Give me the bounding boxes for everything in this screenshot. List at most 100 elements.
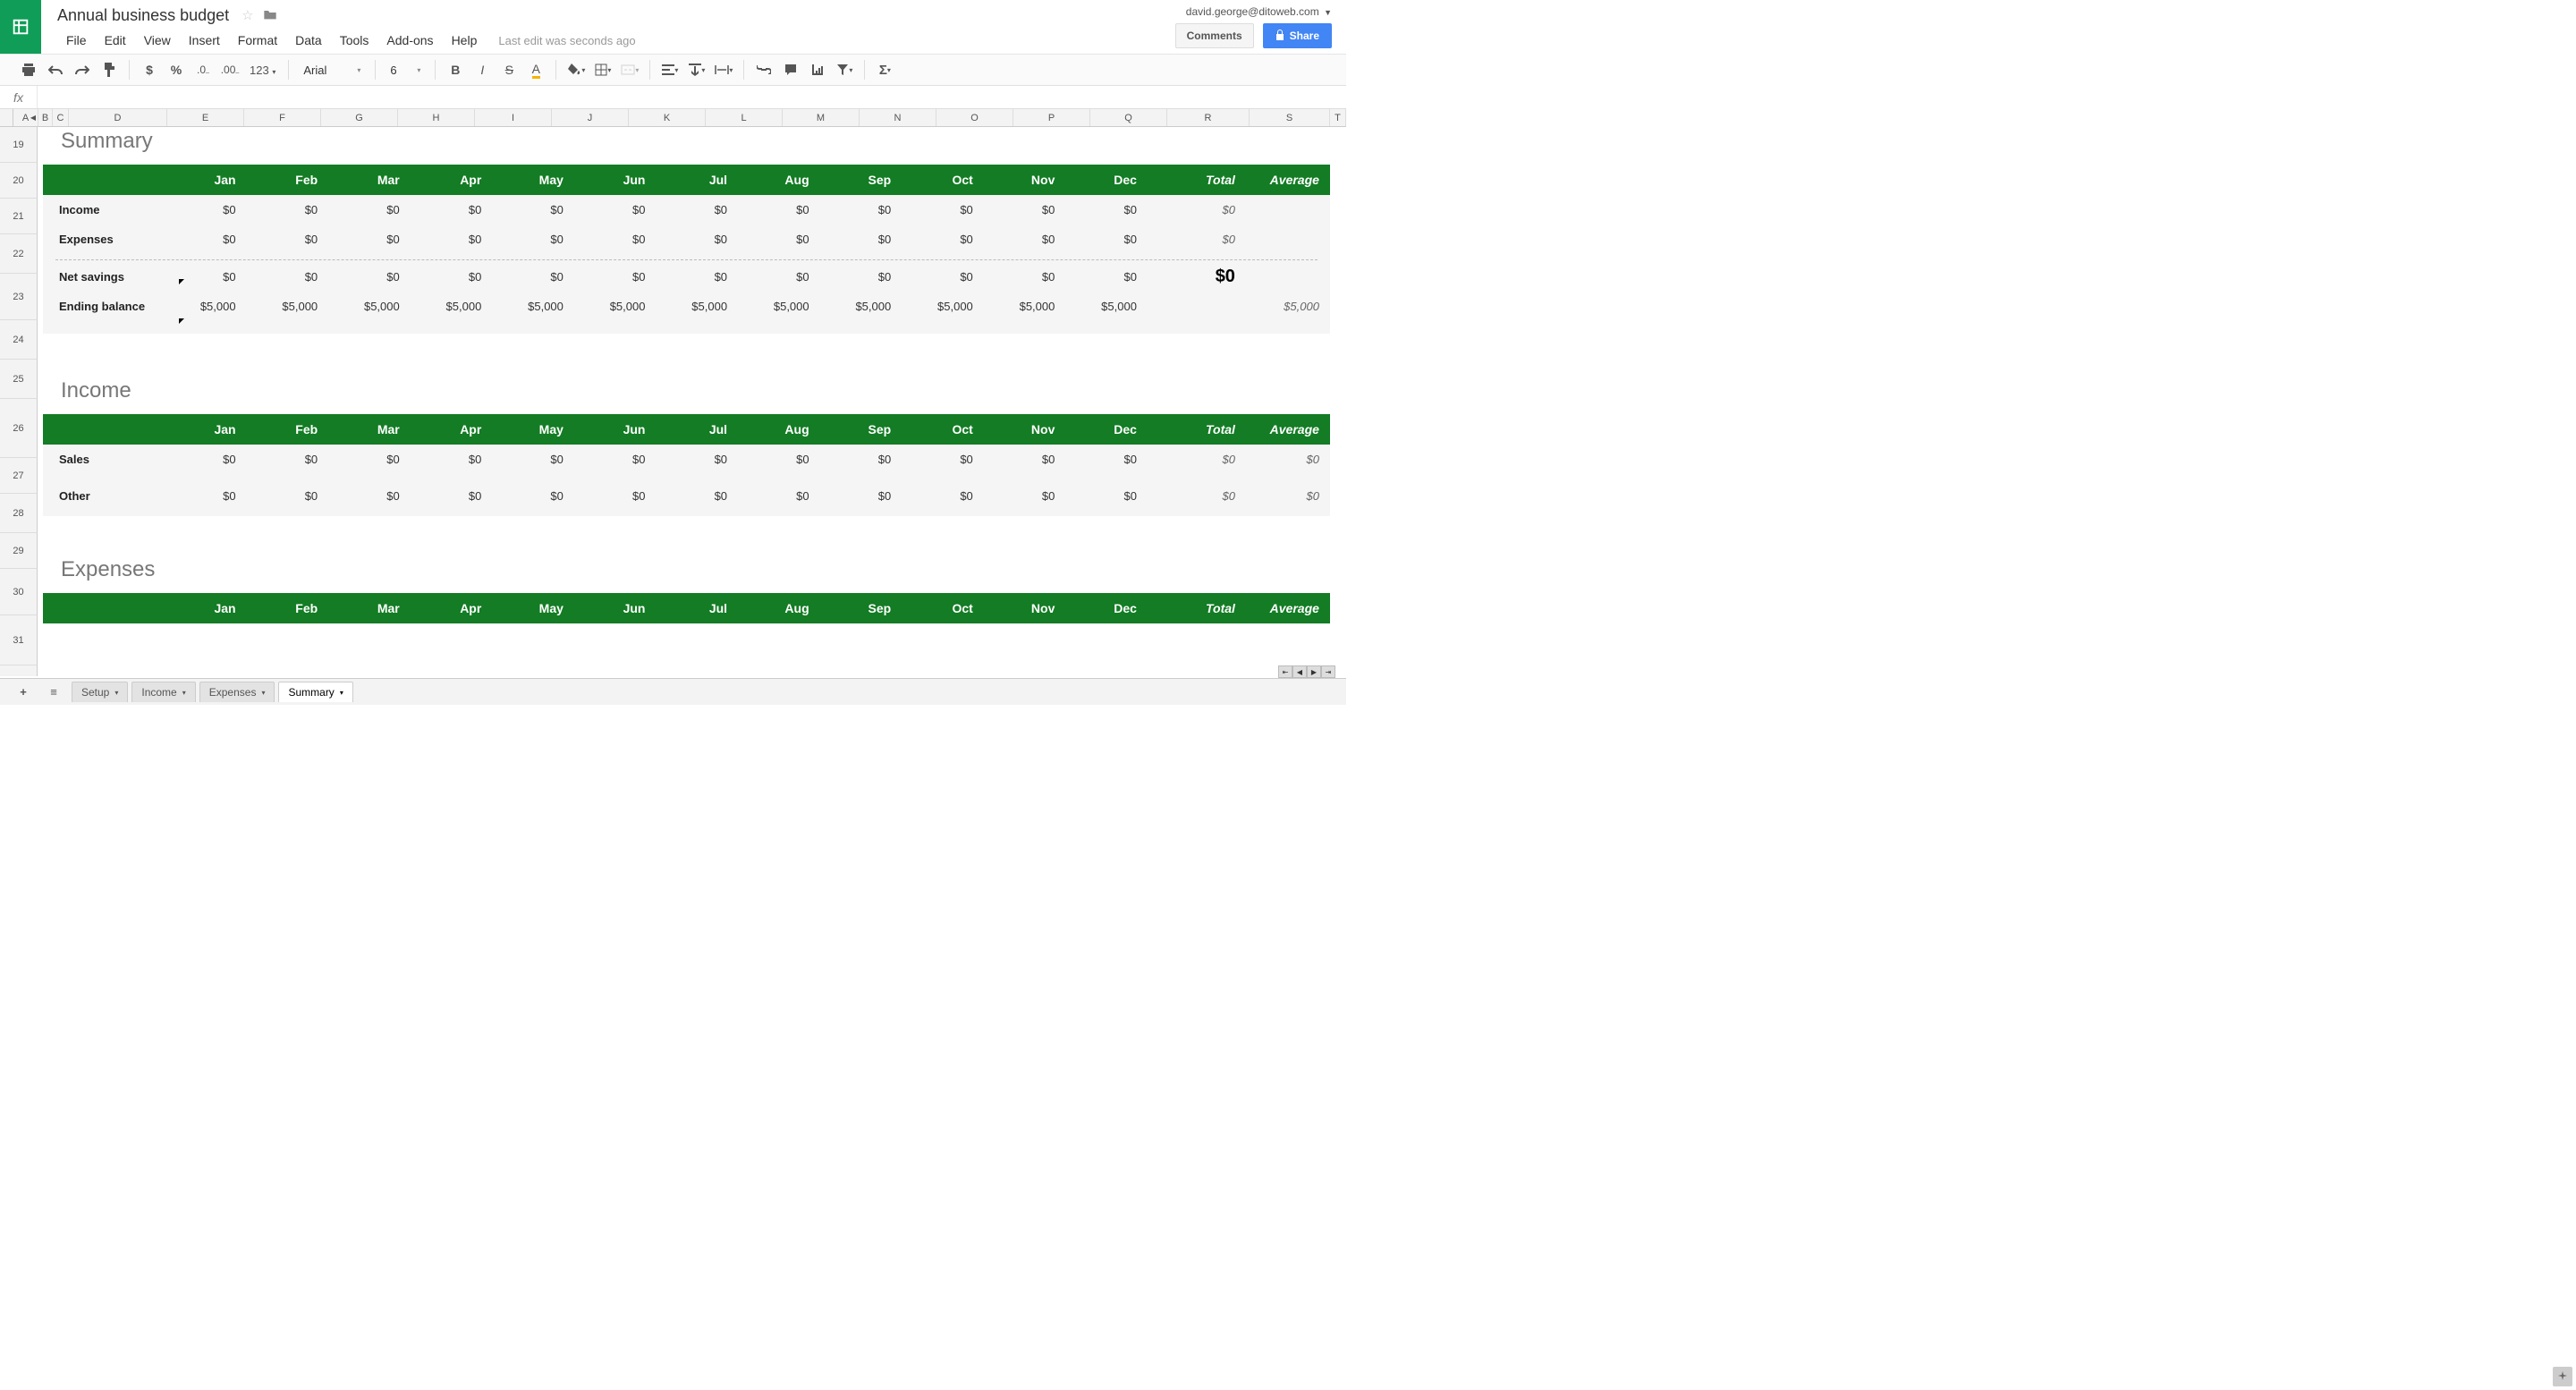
- data-cell[interactable]: $5,000: [168, 300, 250, 313]
- filter-icon[interactable]: ▾: [832, 58, 857, 81]
- data-cell[interactable]: $0: [332, 453, 414, 466]
- data-cell[interactable]: $0: [496, 489, 578, 503]
- link-icon[interactable]: [751, 58, 776, 81]
- merge-cells-icon[interactable]: ▾: [617, 58, 642, 81]
- row-header[interactable]: 22: [0, 234, 38, 274]
- data-cell[interactable]: $0: [741, 203, 824, 216]
- data-cell[interactable]: $0: [905, 233, 987, 246]
- data-cell[interactable]: $0: [905, 489, 987, 503]
- column-header[interactable]: E: [167, 109, 244, 126]
- column-header[interactable]: G: [321, 109, 398, 126]
- data-cell[interactable]: $0: [824, 270, 906, 284]
- column-header[interactable]: N: [860, 109, 936, 126]
- data-cell[interactable]: $0: [496, 233, 578, 246]
- column-header[interactable]: S: [1250, 109, 1330, 126]
- column-header[interactable]: B: [38, 109, 53, 126]
- data-cell[interactable]: $0: [659, 489, 741, 503]
- data-cell[interactable]: $5,000: [824, 300, 906, 313]
- data-cell[interactable]: $0: [578, 489, 660, 503]
- row-header[interactable]: 29: [0, 533, 38, 569]
- horizontal-scroll[interactable]: ⇤ ◀ ▶ ⇥: [1278, 665, 1335, 678]
- row-header[interactable]: 21: [0, 199, 38, 234]
- data-cell[interactable]: $0: [168, 489, 250, 503]
- data-cell[interactable]: $5,000: [414, 300, 496, 313]
- explore-button[interactable]: [2553, 1367, 2572, 1386]
- row-header[interactable]: 19: [0, 127, 38, 163]
- scroll-left-icon[interactable]: ◀: [1292, 665, 1307, 678]
- note-indicator-icon[interactable]: [179, 279, 184, 284]
- data-cell[interactable]: $5,000: [741, 300, 824, 313]
- redo-icon[interactable]: [70, 58, 95, 81]
- data-cell[interactable]: $0: [332, 270, 414, 284]
- row-header[interactable]: 32: [0, 665, 38, 676]
- data-cell[interactable]: $0: [250, 270, 333, 284]
- data-cell[interactable]: $0: [414, 489, 496, 503]
- data-cell[interactable]: $5,000: [578, 300, 660, 313]
- data-cell[interactable]: $0: [414, 270, 496, 284]
- row-header[interactable]: 30: [0, 569, 38, 615]
- column-header[interactable]: D: [69, 109, 167, 126]
- data-cell[interactable]: $5,000: [1069, 300, 1151, 313]
- text-wrap-icon[interactable]: ▾: [711, 58, 736, 81]
- data-cell[interactable]: $0: [987, 203, 1070, 216]
- data-cell[interactable]: $0: [659, 453, 741, 466]
- menu-help[interactable]: Help: [443, 30, 487, 51]
- column-header[interactable]: M: [783, 109, 860, 126]
- last-edit-text[interactable]: Last edit was seconds ago: [498, 34, 635, 47]
- borders-icon[interactable]: ▾: [590, 58, 615, 81]
- font-select[interactable]: Arial▾: [296, 64, 368, 77]
- data-cell[interactable]: $0: [741, 489, 824, 503]
- scroll-right-icon[interactable]: ▶: [1307, 665, 1321, 678]
- column-header[interactable]: C: [53, 109, 69, 126]
- undo-icon[interactable]: [43, 58, 68, 81]
- menu-addons[interactable]: Add-ons: [377, 30, 442, 51]
- data-cell[interactable]: $0: [905, 270, 987, 284]
- sheet-tab[interactable]: Income▾: [131, 682, 195, 702]
- data-cell[interactable]: $0: [168, 453, 250, 466]
- h-align-icon[interactable]: ▾: [657, 58, 682, 81]
- number-format-dropdown[interactable]: 123 ▾: [244, 64, 281, 77]
- data-cell[interactable]: $0: [332, 233, 414, 246]
- print-icon[interactable]: [16, 58, 41, 81]
- data-cell[interactable]: $0: [496, 453, 578, 466]
- sheet-tab[interactable]: Expenses▾: [199, 682, 275, 702]
- text-color-icon[interactable]: A: [523, 58, 548, 81]
- formula-input[interactable]: [38, 86, 1346, 108]
- data-cell[interactable]: $0: [414, 203, 496, 216]
- comments-button[interactable]: Comments: [1175, 23, 1254, 48]
- user-email[interactable]: david.george@ditoweb.com ▼: [1186, 5, 1332, 18]
- italic-icon[interactable]: I: [470, 58, 495, 81]
- column-header[interactable]: O: [936, 109, 1013, 126]
- data-cell[interactable]: $5,000: [332, 300, 414, 313]
- data-cell[interactable]: $0: [1069, 233, 1151, 246]
- data-cell[interactable]: $0: [578, 453, 660, 466]
- data-cell[interactable]: $0: [332, 203, 414, 216]
- data-cell[interactable]: $5,000: [250, 300, 333, 313]
- data-cell[interactable]: $0: [905, 453, 987, 466]
- data-cell[interactable]: $0: [250, 233, 333, 246]
- data-cell[interactable]: $5,000: [905, 300, 987, 313]
- comment-icon[interactable]: [778, 58, 803, 81]
- column-header[interactable]: K: [629, 109, 706, 126]
- add-sheet-button[interactable]: +: [11, 682, 36, 703]
- row-header[interactable]: 27: [0, 458, 38, 494]
- data-cell[interactable]: $0: [824, 453, 906, 466]
- sheet-tab[interactable]: Setup▾: [72, 682, 128, 702]
- data-cell[interactable]: $0: [414, 233, 496, 246]
- select-all-corner[interactable]: [0, 109, 13, 126]
- data-cell[interactable]: $0: [741, 453, 824, 466]
- menu-file[interactable]: File: [57, 30, 96, 51]
- folder-icon[interactable]: [263, 8, 277, 23]
- data-cell[interactable]: $0: [250, 203, 333, 216]
- column-header[interactable]: L: [706, 109, 783, 126]
- column-header[interactable]: A◀: [13, 109, 38, 126]
- decrease-decimal-icon[interactable]: .0_: [191, 58, 216, 81]
- data-cell[interactable]: $0: [987, 453, 1070, 466]
- share-button[interactable]: Share: [1263, 23, 1332, 48]
- data-cell[interactable]: $5,000: [496, 300, 578, 313]
- row-header[interactable]: 31: [0, 615, 38, 665]
- data-cell[interactable]: $0: [496, 270, 578, 284]
- column-header[interactable]: I: [475, 109, 552, 126]
- data-cell[interactable]: $0: [250, 489, 333, 503]
- data-cell[interactable]: $0: [741, 233, 824, 246]
